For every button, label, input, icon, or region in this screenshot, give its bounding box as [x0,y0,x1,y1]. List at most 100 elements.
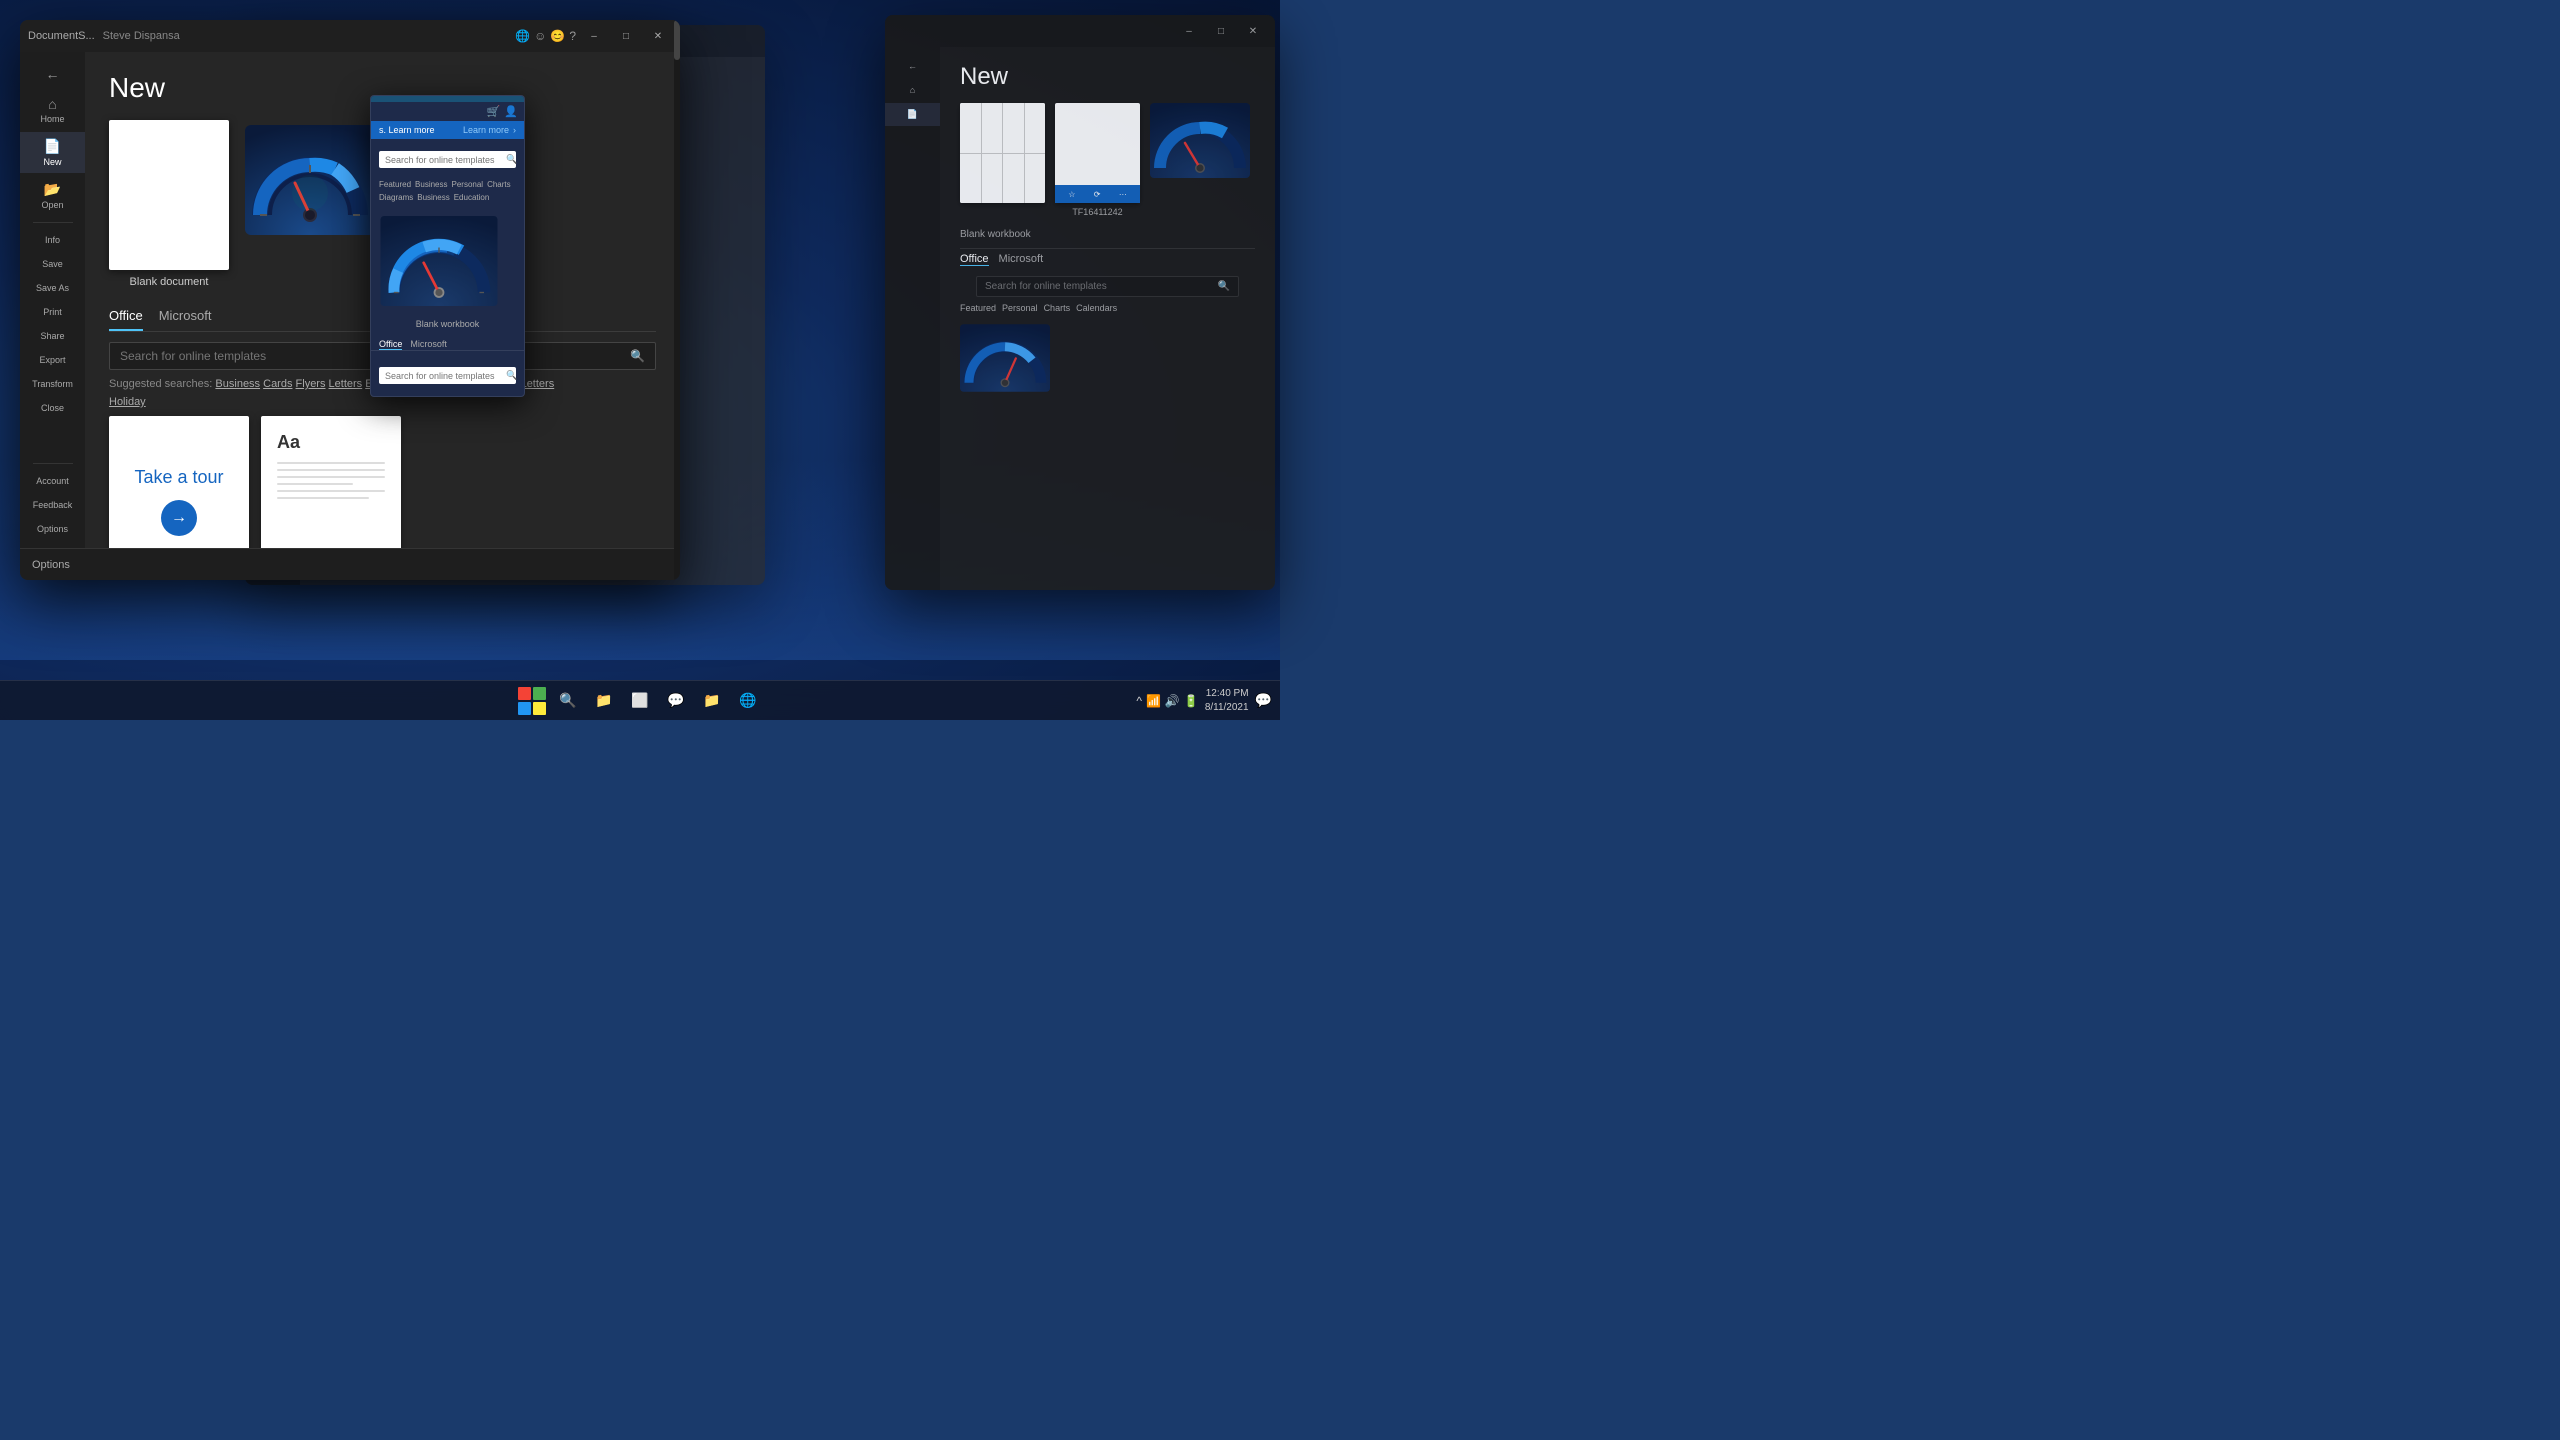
right-template-id-card[interactable]: ☆ ⟳ ··· TF16411242 [1055,103,1140,217]
suggested-letters[interactable]: Letters [329,378,363,390]
popup-chip-diagrams[interactable]: Diagrams [379,193,413,202]
popup-chip-personal[interactable]: Personal [452,180,484,189]
teams-button[interactable]: 💬 [660,685,692,717]
popup-mini-icons: 🛒 👤 [371,102,524,121]
cart-icon[interactable]: 🛒 [487,105,501,118]
right-sidebar-back[interactable]: ← [885,55,940,77]
template-line-2 [277,469,385,471]
smile-icon[interactable]: ☺ [534,29,546,43]
suggested-cards[interactable]: Cards [263,378,292,390]
sidebar-item-share[interactable]: Share [20,325,85,347]
scroll-track[interactable] [674,52,680,548]
sidebar-item-options[interactable]: Options [20,518,85,540]
sidebar-item-feedback[interactable]: Feedback [20,494,85,516]
edge-button[interactable]: 🌐 [732,685,764,717]
word-window-main: DocumentS... Steve Dispansa 🌐 ☺ 😊 ? – □ … [20,20,680,580]
emoji-icon[interactable]: 😊 [550,29,565,43]
tab-office[interactable]: Office [109,308,143,331]
tab-microsoft[interactable]: Microsoft [159,308,212,331]
blank-doc-card[interactable]: Blank document [109,120,229,288]
suggested-flyers[interactable]: Flyers [296,378,326,390]
sidebar-item-print[interactable]: Print [20,301,85,323]
sidebar-item-transform[interactable]: Transform [20,373,85,395]
popup-search-input[interactable] [385,155,502,165]
sidebar-item-account[interactable]: Account [20,470,85,492]
right-sidebar-home[interactable]: ⌂ [885,79,940,101]
home-icon: ⌂ [48,96,56,112]
sidebar-item-info[interactable]: Info [20,229,85,251]
popup-search-input-2[interactable] [385,371,502,381]
popup-tab-microsoft[interactable]: Microsoft [410,339,447,350]
excel-chip-charts[interactable]: Charts [1044,303,1071,313]
sidebar-item-home[interactable]: ⌂ Home [20,90,85,130]
right-tab-microsoft[interactable]: Microsoft [999,253,1044,266]
right-close[interactable]: ✕ [1239,21,1267,41]
right-minimize[interactable]: – [1175,21,1203,41]
cell7 [1003,154,1024,204]
popup-search-input-bottom[interactable]: 🔍 [379,367,516,384]
popup-filter-row: Featured Business Personal Charts Diagra… [371,180,524,206]
right-sidebar: ← ⌂ 📄 [885,47,940,590]
scroll-thumb[interactable] [674,52,680,60]
excel-chip-personal[interactable]: Personal [1002,303,1038,313]
right-blank-workbook[interactable] [960,103,1045,203]
task-view-button[interactable]: ⬜ [624,685,656,717]
popup-tab-office[interactable]: Office [379,339,402,350]
explorer-button[interactable]: 📁 [696,685,728,717]
star-icon-small[interactable]: ☆ [1068,190,1075,199]
share-icon-small[interactable]: ⟳ [1094,190,1101,199]
user-icon[interactable]: 👤 [504,105,518,118]
right-excel-search[interactable]: 🔍 [976,276,1239,297]
right-excel-search-input[interactable] [985,281,1212,292]
wifi-icon[interactable]: 📶 [1146,694,1161,708]
sidebar-item-close[interactable]: Close [20,397,85,419]
right-thumb-row2 [960,323,1255,393]
sidebar-bottom: Account Feedback Options [20,459,85,540]
popup-search-bar[interactable]: 🔍 [379,151,516,168]
globe-icon[interactable]: 🌐 [515,29,530,43]
file-explorer-button[interactable]: 📁 [588,685,620,717]
right-home-icon: ⌂ [910,85,915,95]
sidebar-item-save-as[interactable]: Save As [20,277,85,299]
maximize-button[interactable]: □ [612,26,640,46]
notification-icon[interactable]: 💬 [1255,692,1272,709]
dots-icon-small[interactable]: ··· [1119,190,1127,199]
tour-text: Take a tour [134,467,223,488]
sidebar-item-new[interactable]: 📄 New [20,132,85,173]
popup-chip-education[interactable]: Education [454,193,490,202]
user-label: Steve Dispansa [103,30,180,42]
popup-chip-featured[interactable]: Featured [379,180,411,189]
excel-chip-featured[interactable]: Featured [960,303,996,313]
learn-more-link[interactable]: Learn more › [463,125,516,135]
battery-icon[interactable]: 🔋 [1184,694,1199,708]
sidebar-back-button[interactable]: ← [20,60,85,88]
right-sidebar-new[interactable]: 📄 [885,103,940,126]
suggested-holiday-link[interactable]: Holiday [109,396,146,408]
close-button[interactable]: ✕ [644,26,672,46]
popup-chip-charts[interactable]: Charts [487,180,511,189]
right-maximize[interactable]: □ [1207,21,1235,41]
template-line-1 [277,462,385,464]
excel-chip-calendars[interactable]: Calendars [1076,303,1117,313]
systray-time[interactable]: 12:40 PM 8/11/2021 [1205,687,1249,715]
template-card-tour[interactable]: Take a tour → Welcome to Word [109,416,249,548]
workbook-preview [960,103,1045,203]
popup-chip-business[interactable]: Business [415,180,447,189]
sidebar-item-open[interactable]: 📂 Open [20,175,85,216]
help-icon[interactable]: ? [569,29,576,43]
volume-icon[interactable]: 🔊 [1165,694,1180,708]
popup-chip-business2[interactable]: Business [417,193,449,202]
right-tab-office[interactable]: Office [960,253,989,266]
tour-arrow-button[interactable]: → [161,500,197,536]
options-label[interactable]: Options [32,559,70,571]
chevron-right-icon: › [513,125,516,135]
suggested-business[interactable]: Business [215,378,260,390]
sidebar-item-save[interactable]: Save [20,253,85,275]
taskbar-right: ^ 📶 🔊 🔋 12:40 PM 8/11/2021 💬 [1136,687,1272,715]
search-taskbar-button[interactable]: 🔍 [552,685,584,717]
windows-key-button[interactable] [516,685,548,717]
sidebar-item-export[interactable]: Export [20,349,85,371]
minimize-button[interactable]: – [580,26,608,46]
template-card-lined[interactable]: Aa Single spaced (blank) [261,416,401,548]
chevron-up-icon[interactable]: ^ [1136,694,1142,708]
